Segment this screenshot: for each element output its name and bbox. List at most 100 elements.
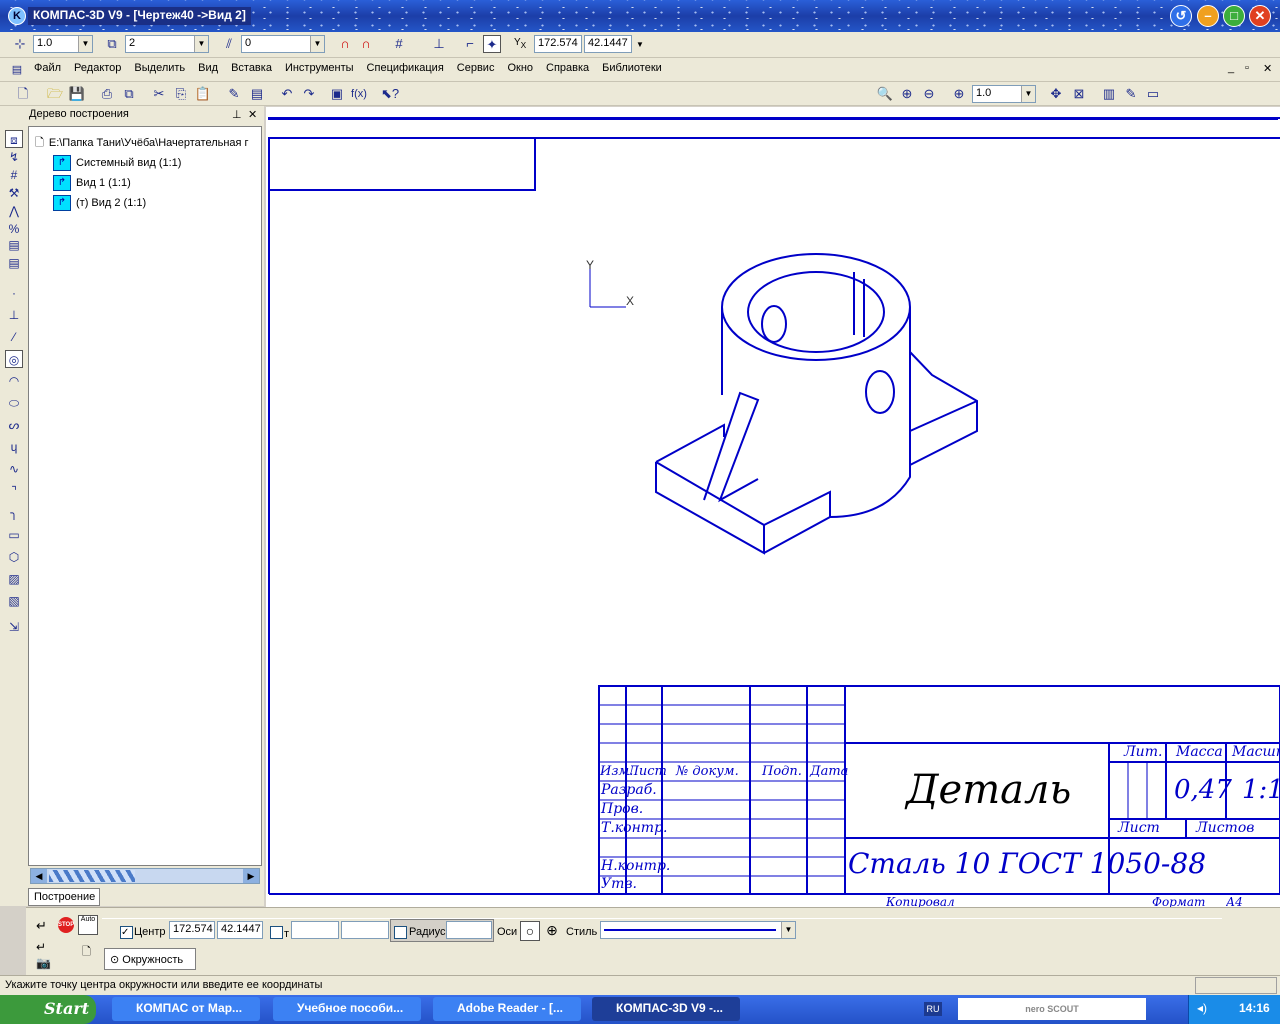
clock[interactable]: 14:16	[1239, 1001, 1270, 1015]
tab-circle[interactable]: ⊙ Окружность	[104, 948, 196, 970]
properties-icon[interactable]: ▤	[248, 85, 266, 103]
geometry-group-icon[interactable]: ⧈	[5, 130, 23, 148]
cut-icon[interactable]: ✂	[150, 85, 168, 103]
aux-line-icon[interactable]: ⊥	[5, 306, 23, 324]
fit-all-icon[interactable]: ⊠	[1070, 85, 1088, 103]
tree-item[interactable]: ↱ Вид 1 (1:1)	[35, 173, 261, 193]
style-combo[interactable]: 0 ▼	[241, 35, 325, 53]
contour-icon[interactable]: ⬡	[5, 548, 23, 566]
layer-icon[interactable]: ⧉	[103, 35, 121, 53]
manager-icon[interactable]: ▣	[328, 85, 346, 103]
undo-icon[interactable]: ↶	[278, 85, 296, 103]
layers-icon[interactable]: ✎	[1122, 85, 1140, 103]
magnet-icon[interactable]: ∩	[336, 35, 354, 53]
tree-item[interactable]: ↱ (т) Вид 2 (1:1)	[35, 193, 261, 213]
doc-minimize-button[interactable]: _	[1228, 62, 1234, 74]
task-textbook[interactable]: Учебное пособи...	[273, 997, 421, 1021]
radius-checkbox[interactable]	[394, 926, 407, 939]
tree-item[interactable]: ↱ Системный вид (1:1)	[35, 153, 261, 173]
menu-help[interactable]: Справка	[546, 62, 589, 81]
segment-icon[interactable]: ⁄	[5, 328, 23, 346]
refresh-icon[interactable]: ▥	[1100, 85, 1118, 103]
chevron-down-icon[interactable]: ▼	[636, 40, 644, 49]
back-icon[interactable]: ↵	[36, 940, 46, 954]
pin-icon[interactable]: ⊥	[232, 108, 242, 121]
brush-icon[interactable]: ✎	[225, 85, 243, 103]
zoom-in-icon[interactable]: ⊕	[898, 85, 916, 103]
params-group-icon[interactable]: ⋀	[5, 202, 23, 220]
display-icon[interactable]: ▭	[1144, 85, 1162, 103]
stop-button[interactable]: STOP	[58, 917, 74, 933]
scroll-left-icon[interactable]: ◀	[31, 869, 47, 883]
zoom-out-icon[interactable]: ⊖	[920, 85, 938, 103]
point-x-field[interactable]	[291, 921, 339, 939]
layer-combo[interactable]: 2 ▼	[125, 35, 209, 53]
spline-icon[interactable]: ᔕ	[5, 416, 23, 434]
menu-tools[interactable]: Инструменты	[285, 62, 354, 81]
point-icon[interactable]: ·	[5, 284, 23, 302]
round-icon[interactable]: ✦	[483, 35, 501, 53]
fillet-icon[interactable]: ╮	[5, 504, 23, 522]
camera-icon[interactable]: 📷	[36, 956, 51, 970]
enter-icon[interactable]: ↵	[36, 918, 47, 934]
print-icon[interactable]: ⎙	[98, 85, 116, 103]
center-checkbox[interactable]: ✓	[120, 926, 133, 939]
style-icon[interactable]: ⫽	[220, 35, 238, 53]
open-icon[interactable]: 🗁	[46, 85, 64, 103]
start-button[interactable]: Start	[0, 995, 96, 1024]
expand-icon[interactable]: ⇲	[5, 618, 23, 636]
arc-icon[interactable]: ◠	[5, 372, 23, 390]
ortho-icon[interactable]: ⌐	[461, 35, 479, 53]
hatch-icon[interactable]: ▨	[5, 570, 23, 588]
circle-icon[interactable]: ◎	[5, 350, 23, 368]
point-y-field[interactable]	[341, 921, 389, 939]
zoom-scale-icon[interactable]: ⊕	[950, 85, 968, 103]
local-cs-icon[interactable]: ⊥	[430, 35, 448, 53]
help-icon[interactable]: ↺	[1170, 5, 1192, 27]
new-doc-icon[interactable]: 🗋	[14, 85, 32, 103]
bezier-icon[interactable]: ∿	[5, 460, 23, 478]
lang-indicator[interactable]: RU	[924, 1002, 942, 1016]
select-group-icon[interactable]: ▤	[5, 236, 23, 254]
app-icon[interactable]: K	[8, 7, 26, 25]
point-checkbox[interactable]	[270, 926, 283, 939]
preview-icon[interactable]: ⧉	[120, 85, 138, 103]
minimize-button[interactable]: –	[1197, 5, 1219, 27]
menu-window[interactable]: Окно	[507, 62, 533, 81]
volume-icon[interactable]: ◂)	[1197, 1001, 1207, 1015]
menu-file[interactable]: Файл	[34, 62, 61, 81]
scroll-right-icon[interactable]: ▶	[243, 869, 259, 883]
snap-point-icon[interactable]: ⊹	[11, 35, 29, 53]
tree-root[interactable]: 🗋 E:\Папка Тани\Учёба\Начертательная г	[35, 133, 261, 153]
scale-combo[interactable]: 1.0 ▼	[33, 35, 93, 53]
maximize-button[interactable]: □	[1223, 5, 1245, 27]
auto-button[interactable]: Auto	[78, 915, 98, 935]
cursor-x-field[interactable]: 172.574	[534, 35, 582, 53]
menu-spec[interactable]: Спецификация	[367, 62, 444, 81]
menu-select[interactable]: Выделить	[134, 62, 185, 81]
menu-view[interactable]: Вид	[198, 62, 218, 81]
no-axes-button[interactable]: ○	[520, 921, 540, 941]
task-adobe[interactable]: Adobe Reader - [...	[433, 997, 581, 1021]
tree-close-icon[interactable]: ✕	[248, 108, 257, 121]
copy-icon[interactable]: ⎘	[172, 85, 190, 103]
paste-icon[interactable]: 📋	[194, 85, 212, 103]
menu-editor[interactable]: Редактор	[74, 62, 121, 81]
zoom-window-icon[interactable]: 🔍	[876, 85, 894, 103]
line-style-combo[interactable]: ▼	[600, 921, 796, 939]
chamfer-icon[interactable]: ⌝	[5, 482, 23, 500]
pan-icon[interactable]: ✥	[1047, 85, 1065, 103]
ellipse-icon[interactable]: ⬭	[5, 394, 23, 412]
center-x-field[interactable]: 172.574	[169, 921, 215, 939]
cursor-y-field[interactable]: 42.1447	[584, 35, 632, 53]
zoom-combo[interactable]: 1.0 ▼	[972, 85, 1036, 103]
redo-icon[interactable]: ↷	[300, 85, 318, 103]
object-icon[interactable]: 🗋	[82, 943, 91, 962]
dimensions-group-icon[interactable]: ↯	[5, 148, 23, 166]
symbols-group-icon[interactable]: #	[5, 166, 23, 184]
fill-icon[interactable]: ▧	[5, 592, 23, 610]
radius-field[interactable]	[446, 921, 492, 939]
with-axes-button[interactable]: ⊕	[542, 921, 562, 941]
center-y-field[interactable]: 42.1447	[217, 921, 263, 939]
menu-service[interactable]: Сервис	[457, 62, 495, 81]
